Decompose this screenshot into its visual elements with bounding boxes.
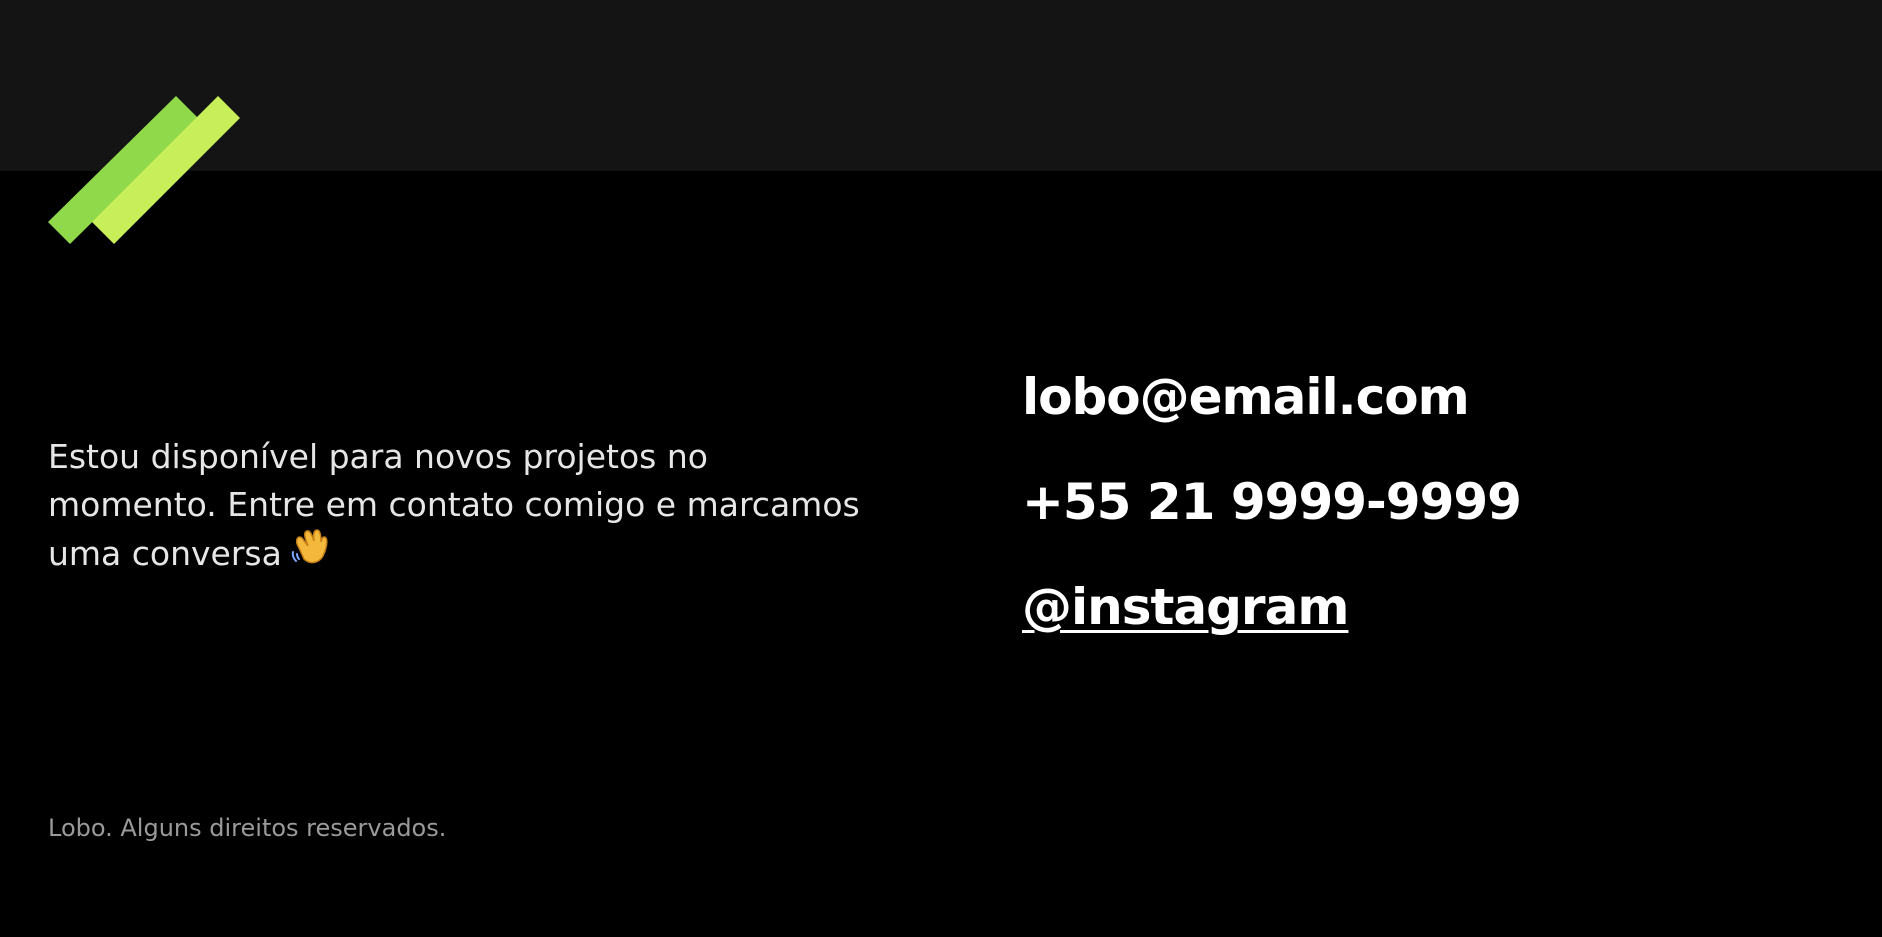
copyright-text: Lobo. Alguns direitos reservados.: [48, 814, 447, 842]
contact-item-phone: +55 21 9999-9999: [1022, 450, 1522, 555]
instagram-link[interactable]: @instagram: [1022, 578, 1349, 636]
twin-diagonal-stripes-logo-icon: [48, 96, 240, 244]
header-band: [0, 0, 1882, 171]
waving-hand-icon: [290, 526, 330, 579]
contact-item-email: lobo@email.com: [1022, 345, 1521, 450]
message-line: momento. Entre em contato comigo e marca…: [48, 485, 860, 524]
email-link[interactable]: lobo@email.com: [1022, 368, 1470, 426]
phone-link[interactable]: +55 21 9999-9999: [1022, 473, 1522, 531]
logo[interactable]: [48, 96, 242, 246]
message-line-text: uma conversa: [48, 534, 282, 573]
contact-item-instagram: @instagram: [1022, 555, 1521, 660]
message-line: uma conversa: [48, 529, 908, 582]
message-line: Estou disponível para novos projetos no: [48, 437, 708, 476]
availability-message: Estou disponível para novos projetos no …: [48, 433, 908, 582]
contact-list: lobo@email.com +55 21 9999-9999 @instagr…: [1022, 345, 1522, 660]
